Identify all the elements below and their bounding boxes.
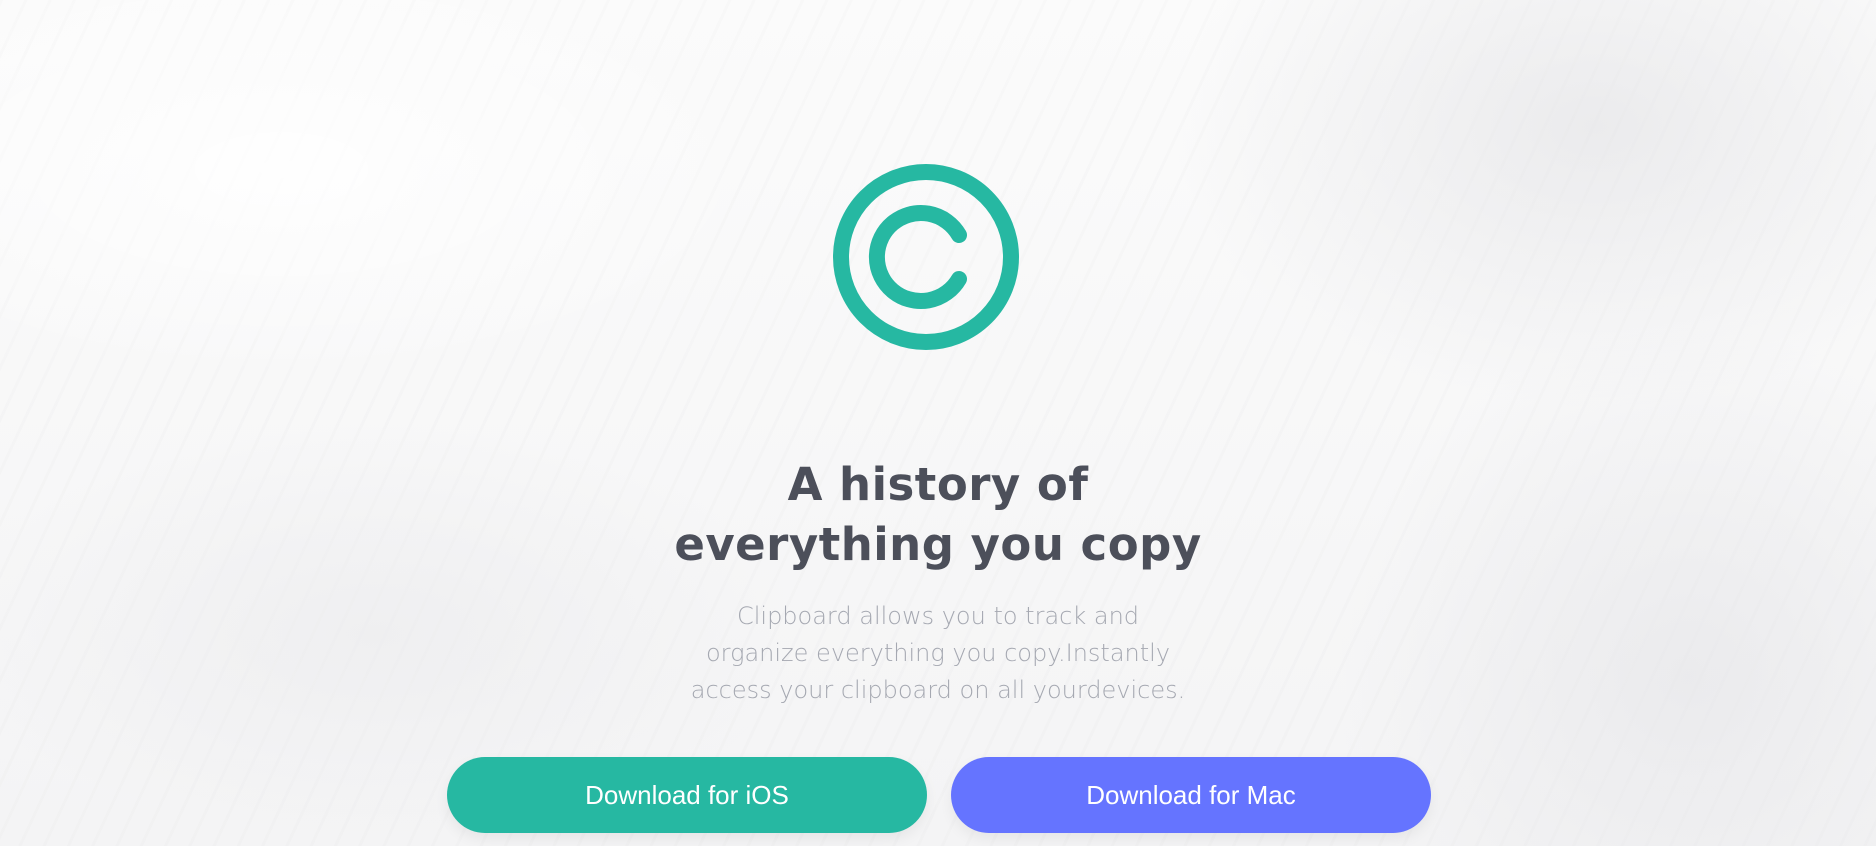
page-background: [0, 0, 1876, 846]
hero-headline: A history of everything you copy: [538, 455, 1338, 575]
description-line-2: organize everything you copy.Instantly: [705, 639, 1171, 667]
headline-line-2: everything you copy: [674, 518, 1202, 571]
download-mac-button[interactable]: Download for Mac: [951, 757, 1431, 833]
headline-line-1: A history of: [787, 458, 1089, 511]
download-ios-button[interactable]: Download for iOS: [447, 757, 927, 833]
description-line-1: Clipboard allows you to track and: [736, 602, 1140, 630]
description-line-3: access your clipboard on all yourdevices…: [690, 676, 1186, 704]
clipboard-logo-icon: [833, 164, 1019, 350]
hero-description: Clipboard allows you to track and organi…: [638, 598, 1238, 709]
